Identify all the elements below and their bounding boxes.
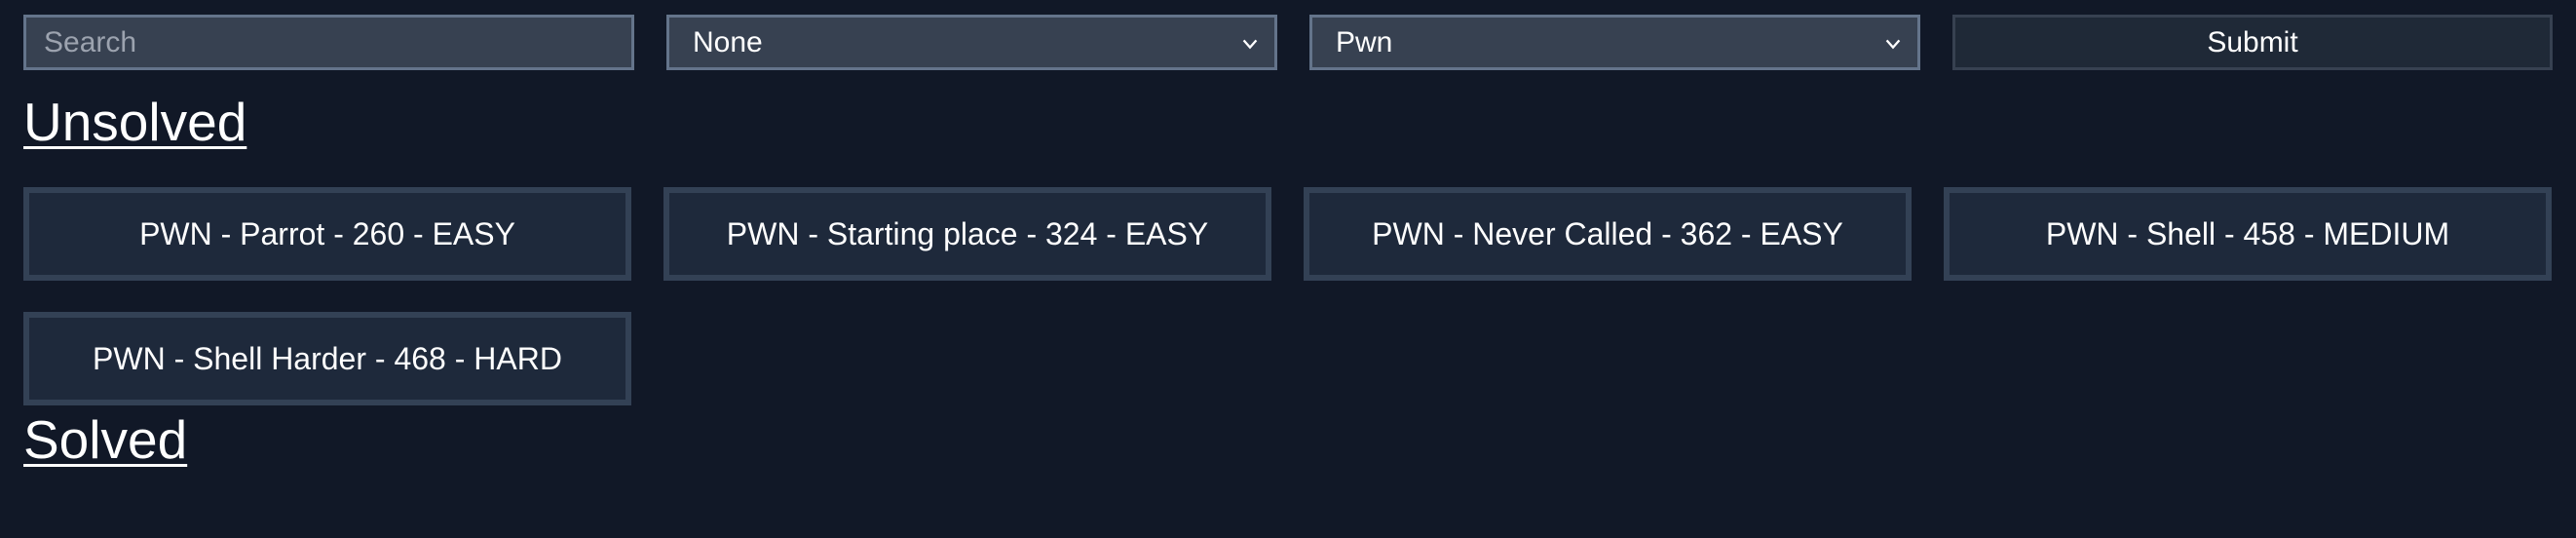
solved-heading: Solved — [23, 409, 188, 470]
category-select[interactable]: None — [666, 15, 1277, 70]
search-input[interactable] — [23, 15, 634, 70]
challenge-card[interactable]: PWN - Never Called - 362 - EASY — [1304, 187, 1912, 281]
unsolved-heading: Unsolved — [23, 92, 247, 152]
unsolved-challenge-grid: PWN - Parrot - 260 - EASY PWN - Starting… — [23, 187, 2553, 405]
page: None Pwn Submit Unsolved PWN - Parrot - … — [0, 0, 2576, 538]
category-select-value: None — [693, 25, 763, 58]
challenge-card[interactable]: PWN - Shell Harder - 468 - HARD — [23, 312, 631, 405]
challenge-card[interactable]: PWN - Shell - 458 - MEDIUM — [1944, 187, 2552, 281]
challenge-card[interactable]: PWN - Parrot - 260 - EASY — [23, 187, 631, 281]
chevron-down-icon — [1242, 39, 1258, 50]
chevron-down-icon — [1885, 39, 1901, 50]
challenge-label: PWN - Never Called - 362 - EASY — [1372, 215, 1843, 251]
challenge-label: PWN - Starting place - 324 - EASY — [726, 215, 1209, 251]
challenge-label: PWN - Parrot - 260 - EASY — [139, 215, 515, 251]
submit-button-label: Submit — [2207, 25, 2298, 58]
submit-button[interactable]: Submit — [1952, 15, 2553, 70]
challenge-card[interactable]: PWN - Starting place - 324 - EASY — [663, 187, 1271, 281]
type-select-value: Pwn — [1336, 25, 1393, 58]
challenge-label: PWN - Shell - 458 - MEDIUM — [2045, 215, 2450, 251]
type-select[interactable]: Pwn — [1309, 15, 1920, 70]
filter-bar: None Pwn Submit — [23, 15, 2553, 70]
challenge-label: PWN - Shell Harder - 468 - HARD — [93, 340, 562, 376]
